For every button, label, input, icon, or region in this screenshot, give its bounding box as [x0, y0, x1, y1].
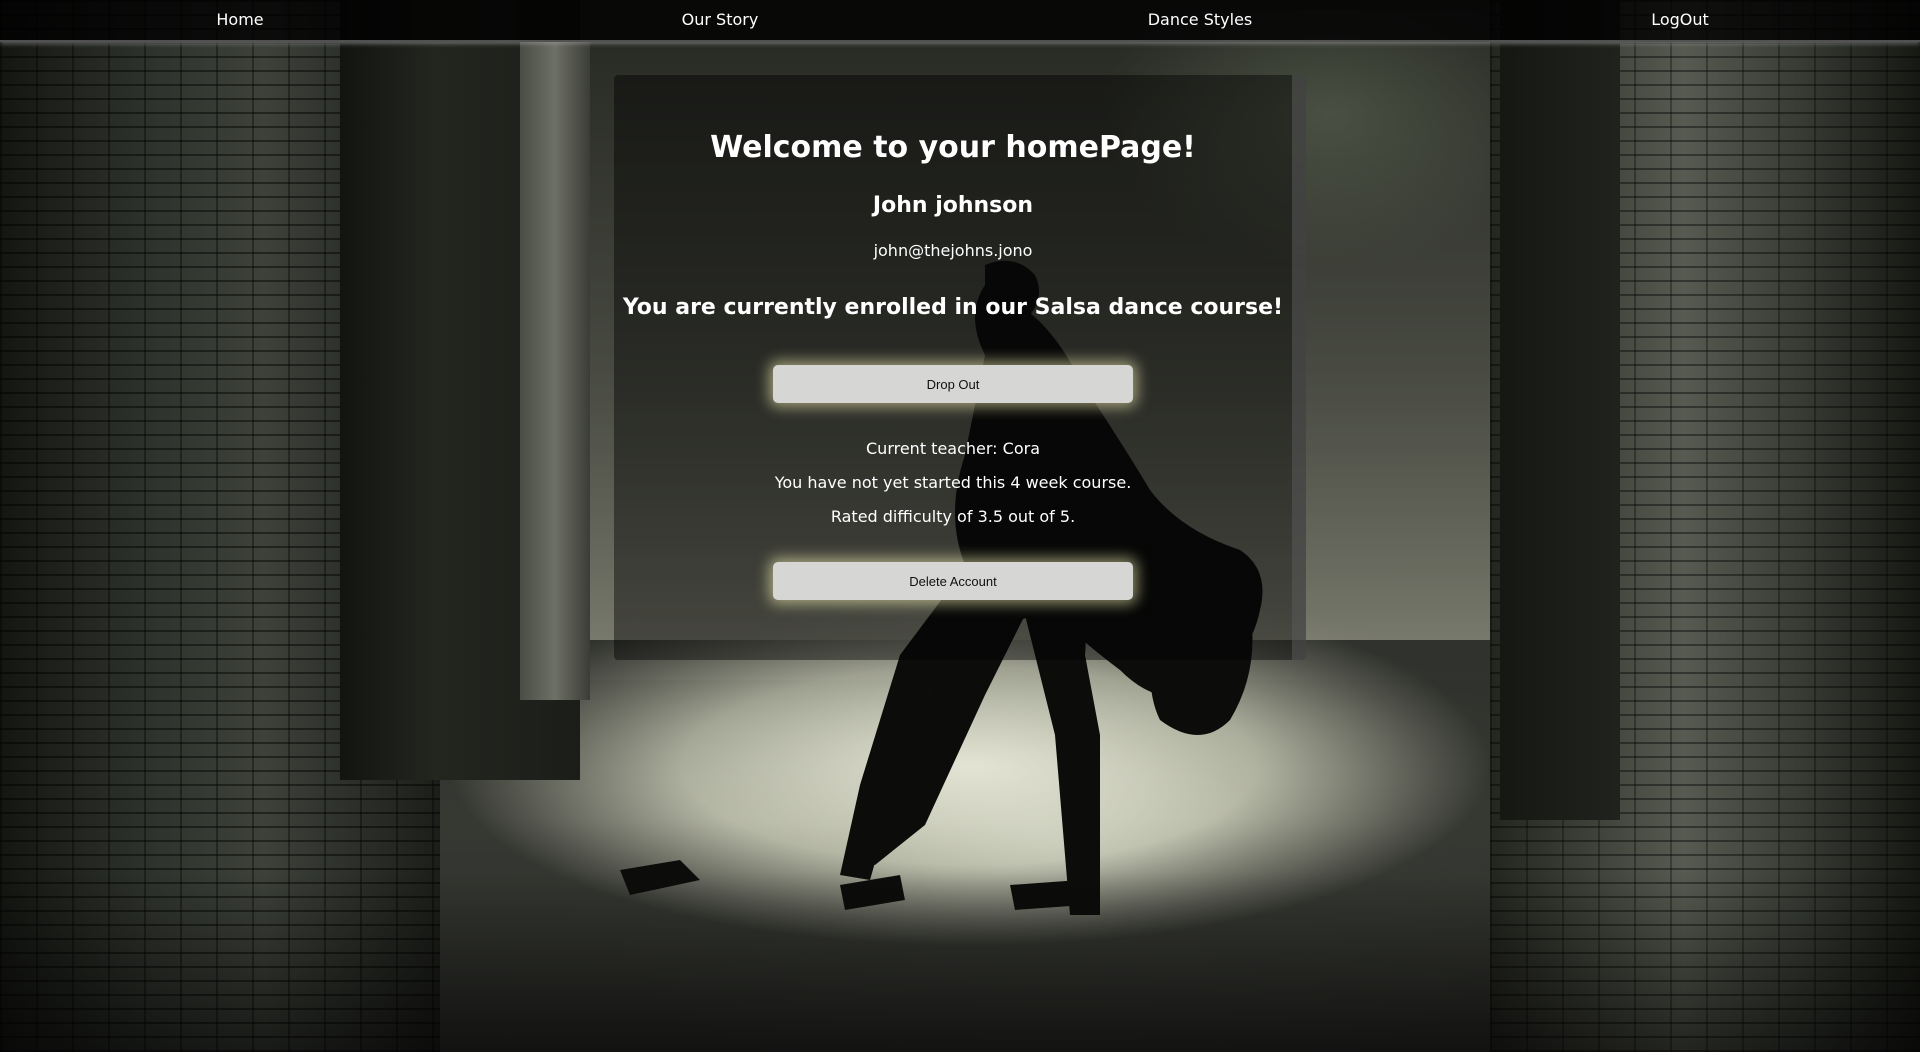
- page-title: Welcome to your homePage!: [710, 130, 1196, 165]
- nav-home-link[interactable]: Home: [0, 0, 480, 40]
- home-card: Welcome to your homePage! John johnson j…: [614, 75, 1306, 660]
- top-navigation: Home Our Story Dance Styles LogOut: [0, 0, 1920, 42]
- current-teacher-text: Current teacher: Cora: [866, 439, 1040, 458]
- user-name: John johnson: [872, 193, 1034, 218]
- nav-our-story-link[interactable]: Our Story: [480, 0, 960, 40]
- delete-account-button[interactable]: Delete Account: [773, 562, 1133, 600]
- course-difficulty-text: Rated difficulty of 3.5 out of 5.: [830, 507, 1076, 526]
- nav-logout-link[interactable]: LogOut: [1440, 0, 1920, 40]
- nav-dance-styles-link[interactable]: Dance Styles: [960, 0, 1440, 40]
- card-scrollbar[interactable]: [1292, 75, 1306, 660]
- drop-out-button[interactable]: Drop Out: [773, 365, 1133, 403]
- course-progress-text: You have not yet started this 4 week cou…: [774, 473, 1132, 492]
- user-email: john@thejohns.jono: [873, 241, 1033, 260]
- floor-shadow: [0, 872, 1920, 1052]
- enrollment-message: You are currently enrolled in our Salsa …: [622, 295, 1284, 320]
